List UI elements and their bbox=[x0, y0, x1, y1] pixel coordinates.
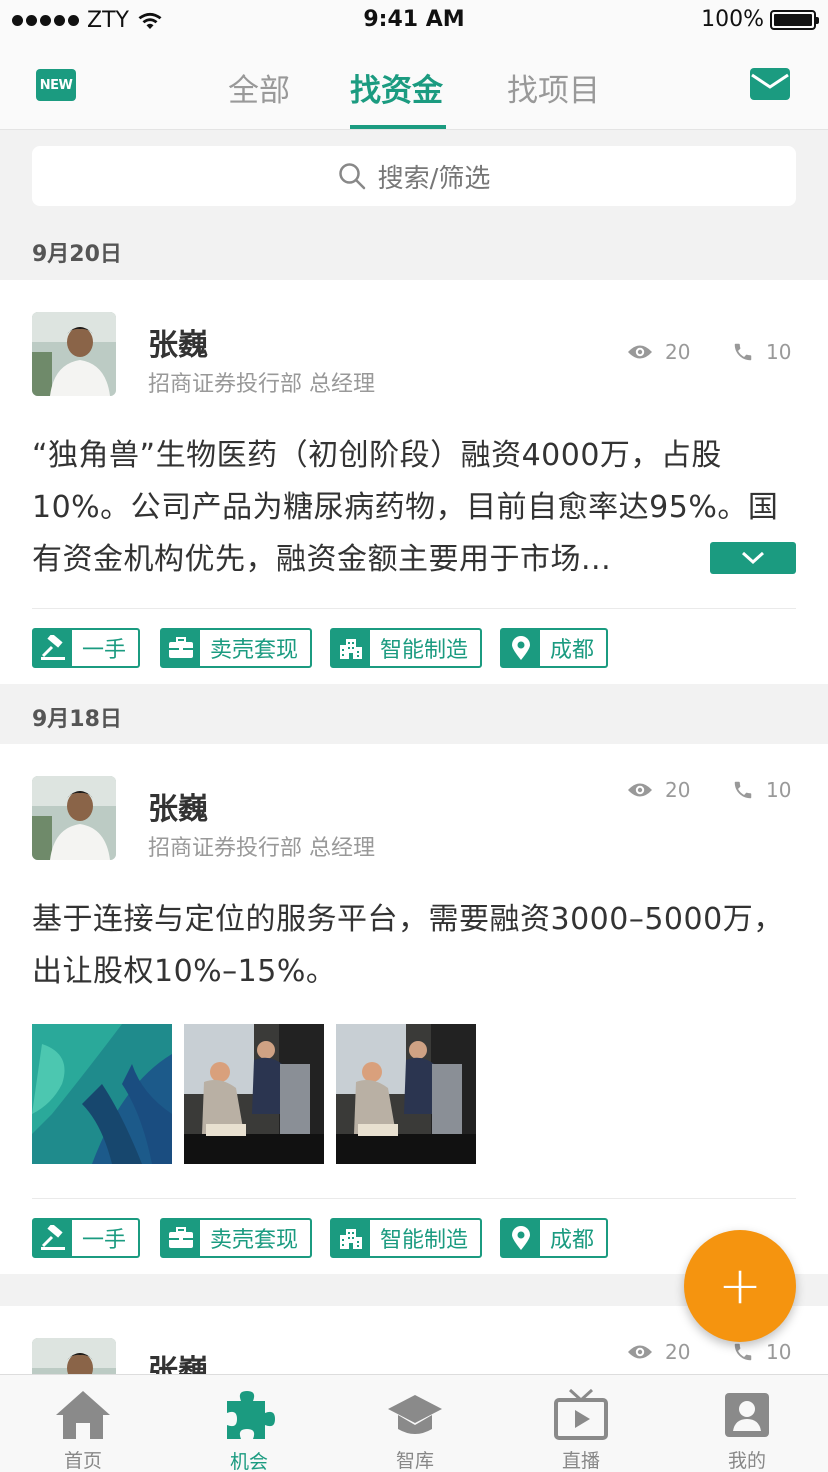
avatar[interactable] bbox=[32, 776, 116, 860]
views-count: 20 bbox=[665, 340, 691, 364]
battery-status: 100% bbox=[701, 7, 819, 32]
views-count: 20 bbox=[665, 1340, 691, 1364]
location-pin-icon bbox=[502, 1220, 540, 1256]
nav-label: 机会 bbox=[229, 1451, 268, 1472]
eye-icon bbox=[628, 783, 652, 797]
nav-label: 我的 bbox=[727, 1450, 766, 1472]
search-icon bbox=[338, 163, 365, 190]
post-body: 基于连接与定位的服务平台，需要融资3000–5000万，出让股权10%–15%。 bbox=[32, 902, 784, 989]
location-pin-icon bbox=[502, 630, 540, 666]
nav-label: 直播 bbox=[561, 1450, 600, 1472]
tag-label: 智能制造 bbox=[380, 638, 469, 663]
chevron-down-icon bbox=[741, 551, 765, 565]
nav-item-home[interactable]: 首页 bbox=[0, 1375, 166, 1472]
gavel-icon bbox=[34, 1220, 72, 1256]
nav-item-live[interactable]: 直播 bbox=[498, 1375, 664, 1472]
tag-label: 一手 bbox=[82, 1228, 127, 1253]
eye-icon bbox=[628, 1345, 652, 1359]
expand-button[interactable] bbox=[710, 542, 796, 574]
tag-firsthand[interactable]: 一手 bbox=[32, 628, 141, 668]
author-name: 张巍 bbox=[148, 1354, 208, 1376]
tag-label: 智能制造 bbox=[380, 1228, 469, 1253]
views-count: 20 bbox=[665, 778, 691, 802]
building-icon bbox=[332, 1220, 370, 1256]
tag-label: 一手 bbox=[82, 638, 127, 663]
views-stat: 20 bbox=[627, 1340, 690, 1364]
building-icon bbox=[332, 630, 370, 666]
battery-percent: 100% bbox=[701, 7, 764, 32]
active-tab-indicator bbox=[350, 125, 446, 129]
post-card[interactable]: 张巍 招商证券投行部 总经理 20 10 基于连接与定位的服务平台，需要融资30… bbox=[0, 744, 828, 1274]
add-post-button[interactable]: + bbox=[684, 1230, 796, 1342]
divider bbox=[32, 608, 796, 609]
tag-shell-sale[interactable]: 卖壳套现 bbox=[160, 628, 313, 668]
calls-stat: 10 bbox=[732, 1340, 791, 1364]
author-name: 张巍 bbox=[148, 328, 208, 363]
post-image[interactable] bbox=[32, 1024, 172, 1164]
bottom-nav: 首页 机会 智库 直播 我的 bbox=[0, 1374, 828, 1472]
briefcase-icon bbox=[162, 1220, 200, 1256]
views-stat: 20 bbox=[627, 340, 690, 364]
phone-icon bbox=[734, 1343, 752, 1361]
tag-shell-sale[interactable]: 卖壳套现 bbox=[160, 1218, 313, 1258]
tag-label: 成都 bbox=[550, 1228, 595, 1253]
author-title: 招商证券投行部 总经理 bbox=[148, 836, 375, 861]
nav-item-me[interactable]: 我的 bbox=[664, 1375, 828, 1472]
tag-location[interactable]: 成都 bbox=[500, 628, 609, 668]
tag-smart-manufacturing[interactable]: 智能制造 bbox=[330, 1218, 483, 1258]
tab-all[interactable]: 全部 bbox=[228, 65, 290, 110]
user-icon bbox=[717, 1387, 777, 1442]
calls-stat: 10 bbox=[732, 778, 791, 802]
tab-find-projects[interactable]: 找项目 bbox=[507, 65, 600, 110]
calls-count: 10 bbox=[766, 340, 792, 364]
date-header: 9月18日 bbox=[32, 707, 122, 732]
tag-label: 卖壳套现 bbox=[210, 638, 299, 663]
battery-icon bbox=[770, 9, 819, 30]
home-icon bbox=[53, 1387, 113, 1442]
calls-count: 10 bbox=[766, 1340, 792, 1364]
nav-label: 智库 bbox=[395, 1450, 434, 1472]
avatar[interactable] bbox=[32, 1338, 116, 1376]
status-bar: ZTY 9:41 AM 100% bbox=[0, 0, 828, 40]
tag-label: 成都 bbox=[550, 638, 595, 663]
phone-icon bbox=[734, 343, 752, 361]
search-input[interactable]: 搜索/筛选 bbox=[32, 146, 796, 206]
mail-icon[interactable] bbox=[750, 68, 790, 100]
top-nav: NEW 全部 找资金 找项目 bbox=[0, 40, 828, 130]
briefcase-icon bbox=[162, 630, 200, 666]
tag-location[interactable]: 成都 bbox=[500, 1218, 609, 1258]
author-title: 招商证券投行部 总经理 bbox=[148, 372, 375, 397]
nav-item-thinktank[interactable]: 智库 bbox=[332, 1375, 498, 1472]
tag-firsthand[interactable]: 一手 bbox=[32, 1218, 141, 1258]
phone-icon bbox=[734, 781, 752, 799]
nav-item-opportunity[interactable]: 机会 bbox=[166, 1375, 332, 1472]
eye-icon bbox=[628, 345, 652, 359]
calls-count: 10 bbox=[766, 778, 792, 802]
post-image[interactable] bbox=[184, 1024, 324, 1164]
puzzle-icon bbox=[219, 1387, 279, 1443]
new-badge-button[interactable]: NEW bbox=[36, 69, 76, 101]
search-placeholder: 搜索/筛选 bbox=[377, 163, 491, 194]
tag-label: 卖壳套现 bbox=[210, 1228, 299, 1253]
calls-stat: 10 bbox=[732, 340, 791, 364]
post-body: “独角兽”生物医药（初创阶段）融资4000万，占股10%。公司产品为糖尿病药物，… bbox=[32, 438, 779, 577]
views-stat: 20 bbox=[627, 778, 690, 802]
tv-play-icon bbox=[551, 1387, 611, 1442]
tab-find-funds[interactable]: 找资金 bbox=[350, 65, 443, 110]
gavel-icon bbox=[34, 630, 72, 666]
author-name: 张巍 bbox=[148, 792, 208, 827]
graduation-cap-icon bbox=[385, 1387, 445, 1442]
divider bbox=[32, 1198, 796, 1199]
avatar[interactable] bbox=[32, 312, 116, 396]
post-card[interactable]: 张巍 招商证券投行部 总经理 20 10 “独角兽”生物医药（初创阶段）融资40… bbox=[0, 280, 828, 684]
tag-smart-manufacturing[interactable]: 智能制造 bbox=[330, 628, 483, 668]
post-image[interactable] bbox=[336, 1024, 476, 1164]
nav-label: 首页 bbox=[63, 1450, 102, 1472]
date-header: 9月20日 bbox=[32, 242, 122, 267]
